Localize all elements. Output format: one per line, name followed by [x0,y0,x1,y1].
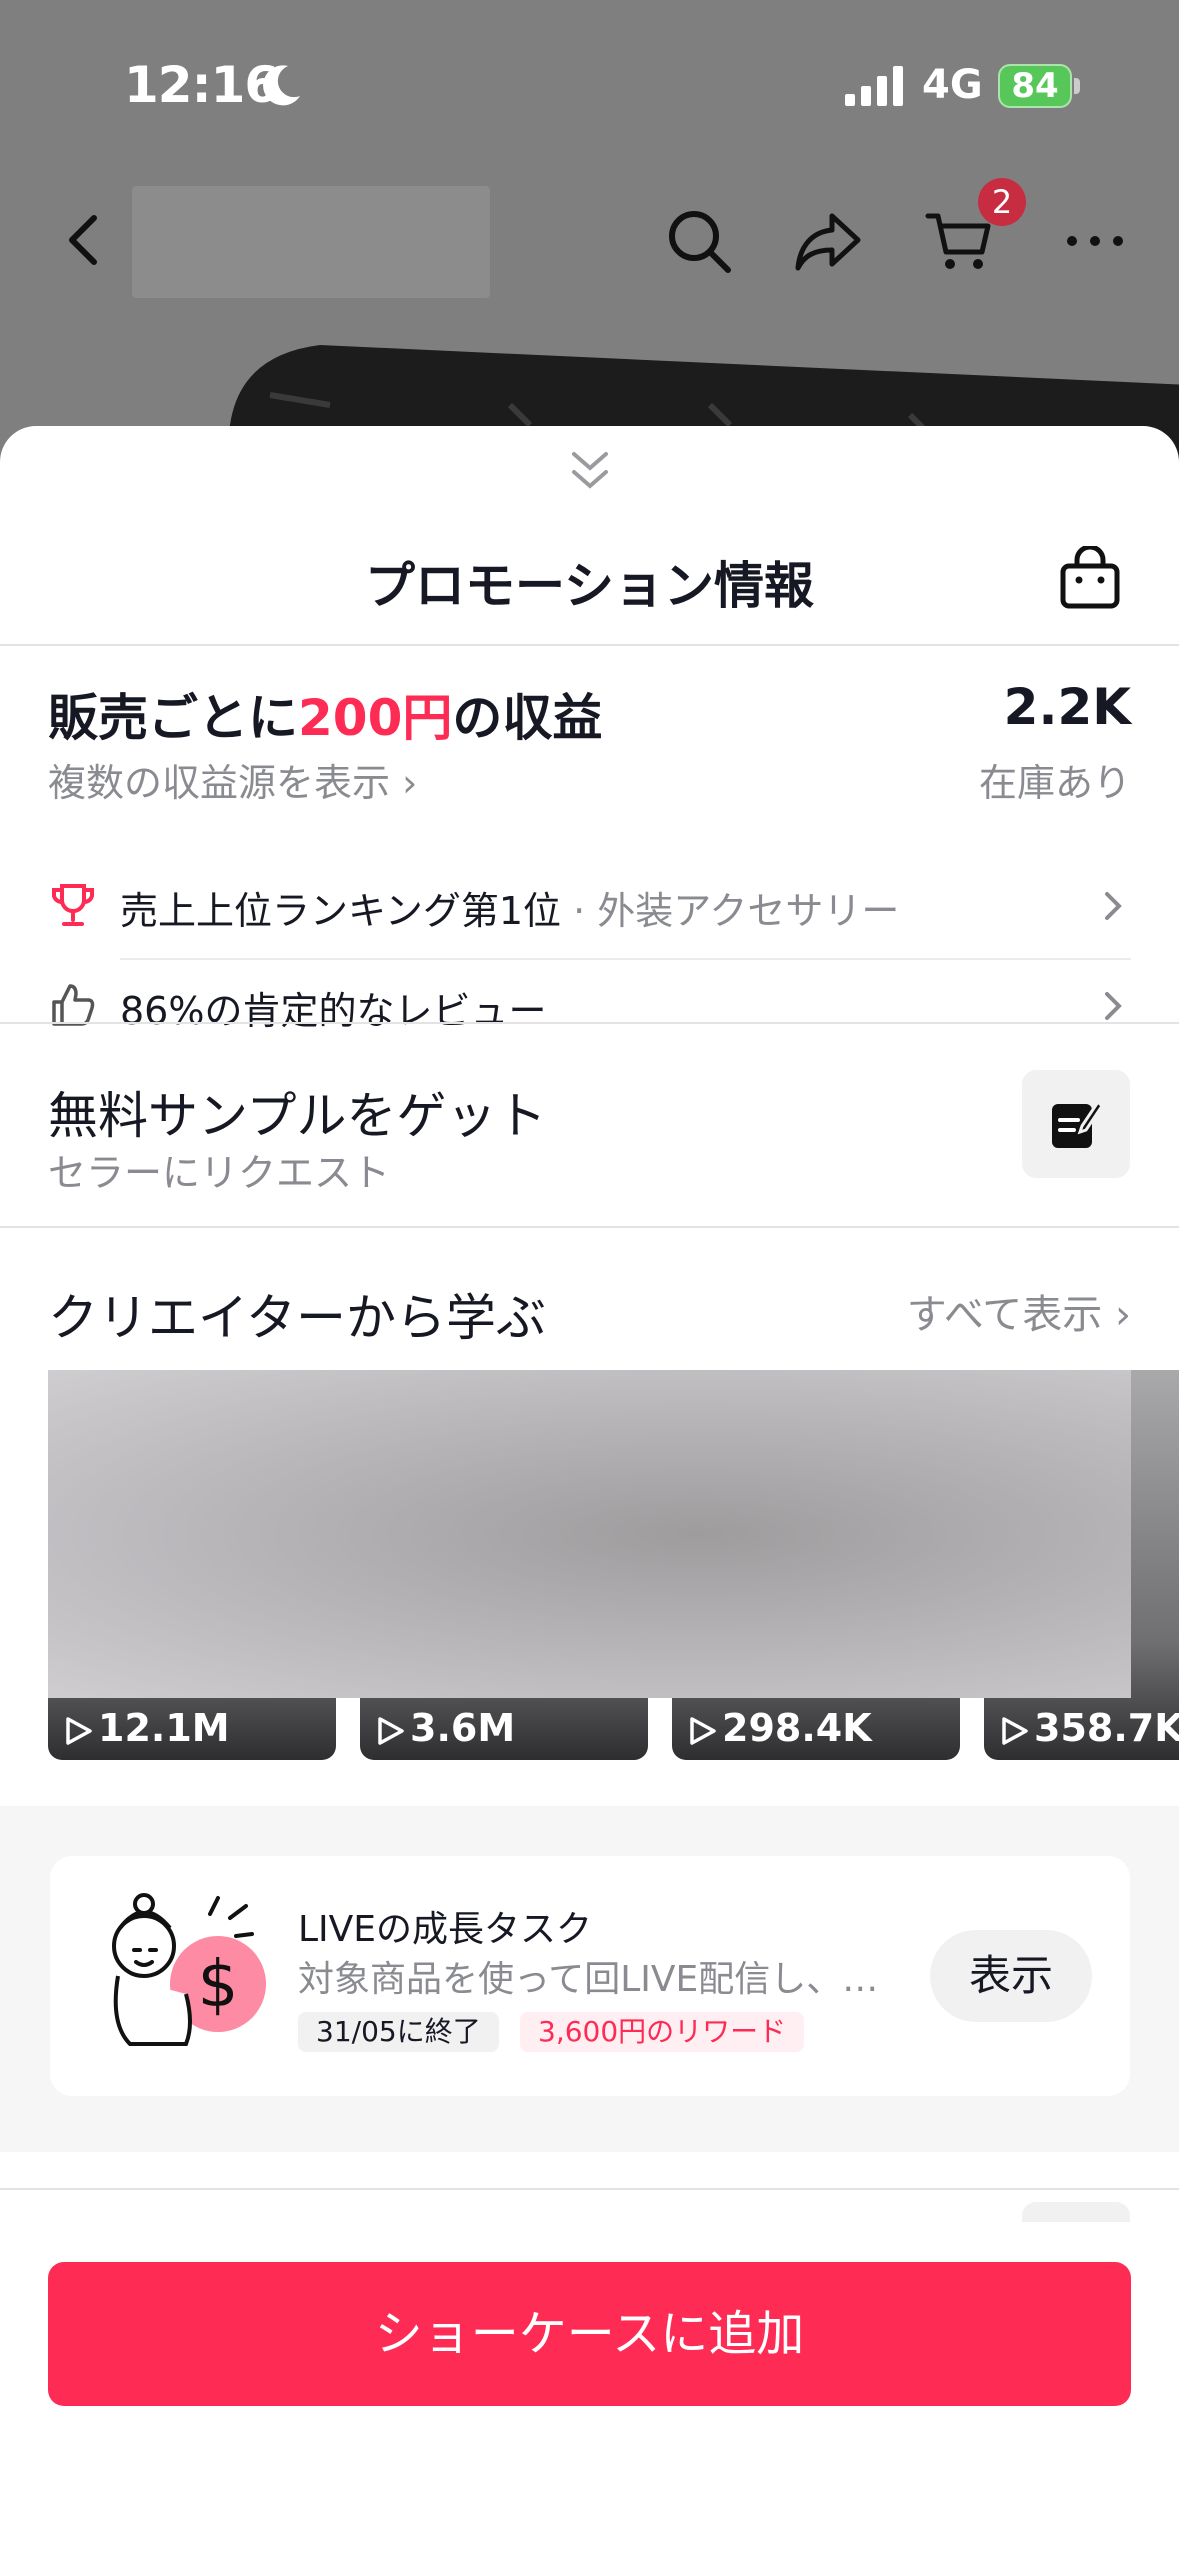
play-icon [66,1716,92,1745]
divider [0,644,1179,646]
video-view-count: 12.1M [98,1706,230,1750]
ranking-label: 売上上位ランキング第1位 [120,889,562,933]
reward-illustration-icon: $ [112,1893,266,2046]
reviews-row[interactable]: 86%の肯定的なレビュー [48,958,1131,1054]
request-sample-button[interactable] [1022,1070,1130,1178]
play-icon [1002,1716,1028,1745]
task-description: 対象商品を使って回LIVE配信し、… [298,1959,879,2000]
video-views: 358.7K [998,1706,1179,1750]
ranking-row[interactable]: 売上上位ランキング第1位 · 外装アクセサリー [48,858,1131,954]
play-icon [378,1716,404,1745]
learn-from-creators-title: クリエイターから学ぶ [48,1289,546,1347]
stock-label: 在庫あり [978,761,1131,805]
status-time: 12:16 [124,56,279,114]
chevron-right-icon [1105,892,1122,920]
task-end-date-badge: 31/05に終了 [298,2012,499,2052]
video-views: 298.4K [686,1706,872,1750]
divider [0,2188,1179,2190]
sheet-title: プロモーション情報 [365,557,814,615]
video-view-count: 298.4K [722,1706,872,1750]
battery-icon: 84 [998,64,1080,108]
network-type: 4G [922,62,983,108]
video-view-count: 3.6M [410,1706,516,1750]
shopping-bag-icon[interactable] [1057,546,1123,612]
earnings-suffix: の収益 [452,689,603,747]
free-sample-subtitle: セラーにリクエスト [48,1151,391,1195]
promotion-sheet: プロモーション情報 販売ごとに200円の収益 複数の収益源を表示 › 2.2K … [0,426,1179,2556]
ranking-category: · 外装アクセサリー [561,889,900,933]
play-icon [690,1716,716,1745]
blurred-video-thumbnails [48,1370,1131,1698]
see-all-link[interactable]: すべて表示 › [907,1282,1131,1340]
trophy-icon [52,884,94,926]
back-icon[interactable] [56,210,116,270]
video-views: 3.6M [374,1706,515,1750]
multiple-earnings-link[interactable]: 複数の収益源を表示 › [48,752,417,807]
more-icon[interactable] [1060,206,1130,276]
status-bar: 12:16 4G 84 [0,0,1179,150]
earnings-amount: 200円 [298,689,453,747]
earnings-per-sale: 販売ごとに200円の収益 [48,678,602,750]
view-task-button[interactable]: 表示 [930,1930,1092,2022]
task-reward-badge: 3,600円のリワード [520,2012,805,2052]
cart-count-badge: 2 [978,178,1026,226]
video-views: 12.1M [62,1706,230,1750]
partially-hidden-button [1022,2202,1130,2222]
product-page-background: 12:16 4G 84 2 [0,0,1179,460]
divider [0,1226,1179,1228]
add-to-showcase-button[interactable]: ショーケースに追加 [48,2262,1131,2406]
stock-count: 2.2K [1003,678,1131,736]
share-icon[interactable] [794,206,864,276]
video-view-count: 358.7K [1034,1706,1179,1750]
chevron-right-icon [1105,992,1122,1020]
search-icon[interactable] [664,206,734,276]
task-title: LIVEの成長タスク [298,1909,593,1950]
blurred-title [132,186,490,298]
live-growth-task-card[interactable]: $ LIVEの成長タスク 対象商品を使って回LIVE配信し、… 31/05に終了… [50,1856,1130,2096]
moon-icon [263,65,300,106]
battery-level: 84 [1011,66,1059,106]
sheet-footer: ショーケースに追加 [0,2202,1179,2556]
svg-text:$: $ [198,1948,239,2022]
free-sample-title: 無料サンプルをゲット [48,1087,547,1145]
ranking-text: 売上上位ランキング第1位 · 外装アクセサリー [120,880,899,935]
product-nav-bar: 2 [0,178,1179,300]
earnings-prefix: 販売ごとに [48,689,298,747]
signal-icon [845,66,903,106]
divider [0,1022,1179,1024]
reviews-text: 86%の肯定的なレビュー [120,989,547,1033]
collapse-chevron-icon[interactable] [568,446,612,496]
edit-note-icon [1052,1099,1104,1148]
